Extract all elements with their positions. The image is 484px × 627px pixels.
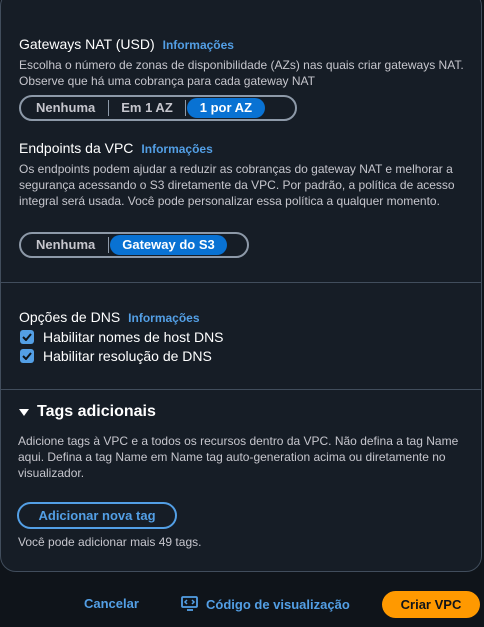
nat-gateways-section: Gateways NAT (USD) Informações [19, 36, 234, 52]
endpoints-option-s3-gateway[interactable]: Gateway do S3 [110, 235, 227, 255]
checkmark-icon [22, 352, 32, 360]
tags-remaining-hint: Você pode adicionar mais 49 tags. [18, 535, 202, 549]
dns-hostnames-checkbox-row[interactable]: Habilitar nomes de host DNS [20, 329, 224, 345]
section-divider [1, 389, 481, 390]
nat-option-per-az[interactable]: 1 por AZ [186, 98, 266, 118]
dns-options-title: Opções de DNS [19, 309, 121, 325]
dns-info-link[interactable]: Informações [128, 311, 199, 325]
section-divider [1, 282, 481, 283]
dns-hostnames-label: Habilitar nomes de host DNS [43, 329, 224, 345]
endpoints-option-none[interactable]: Nenhuma [23, 235, 108, 255]
dns-resolution-checkbox[interactable] [20, 349, 34, 363]
code-preview-label: Código de visualização [206, 596, 350, 612]
tags-title: Tags adicionais [37, 403, 156, 420]
caret-down-icon [19, 408, 29, 416]
tags-description: Adicione tags à VPC e a todos os recurso… [18, 434, 459, 480]
dns-options-section: Opções de DNS Informações [19, 309, 200, 325]
nat-option-none[interactable]: Nenhuma [23, 98, 108, 118]
dns-hostnames-checkbox[interactable] [20, 330, 34, 344]
nat-segmented-control: Nenhuma Em 1 AZ 1 por AZ [19, 95, 297, 121]
nat-gateways-title: Gateways NAT (USD) [19, 36, 155, 52]
checkmark-icon [22, 333, 32, 341]
code-preview-button[interactable]: Código de visualização [181, 596, 350, 612]
segment-divider [184, 100, 186, 116]
endpoints-info-link[interactable]: Informações [141, 142, 212, 156]
nat-info-link[interactable]: Informações [163, 38, 234, 52]
nat-description: Escolha o número de zonas de disponibili… [19, 58, 464, 88]
endpoints-segmented-control: Nenhuma Gateway do S3 [19, 232, 249, 258]
tags-expander[interactable]: Tags adicionais [19, 403, 156, 421]
dns-resolution-checkbox-row[interactable]: Habilitar resolução de DNS [20, 348, 212, 364]
create-vpc-button[interactable]: Criar VPC [382, 591, 480, 618]
add-tag-button[interactable]: Adicionar nova tag [17, 502, 177, 529]
endpoints-description: Os endpoints podem ajudar a reduzir as c… [19, 162, 455, 208]
code-preview-icon [181, 596, 198, 611]
dns-resolution-label: Habilitar resolução de DNS [43, 348, 212, 364]
nat-option-one-az[interactable]: Em 1 AZ [109, 98, 185, 118]
cancel-button[interactable]: Cancelar [84, 596, 139, 611]
vpc-endpoints-section: Endpoints da VPC Informações [19, 140, 213, 156]
segment-divider [108, 237, 110, 253]
vpc-endpoints-title: Endpoints da VPC [19, 140, 134, 156]
